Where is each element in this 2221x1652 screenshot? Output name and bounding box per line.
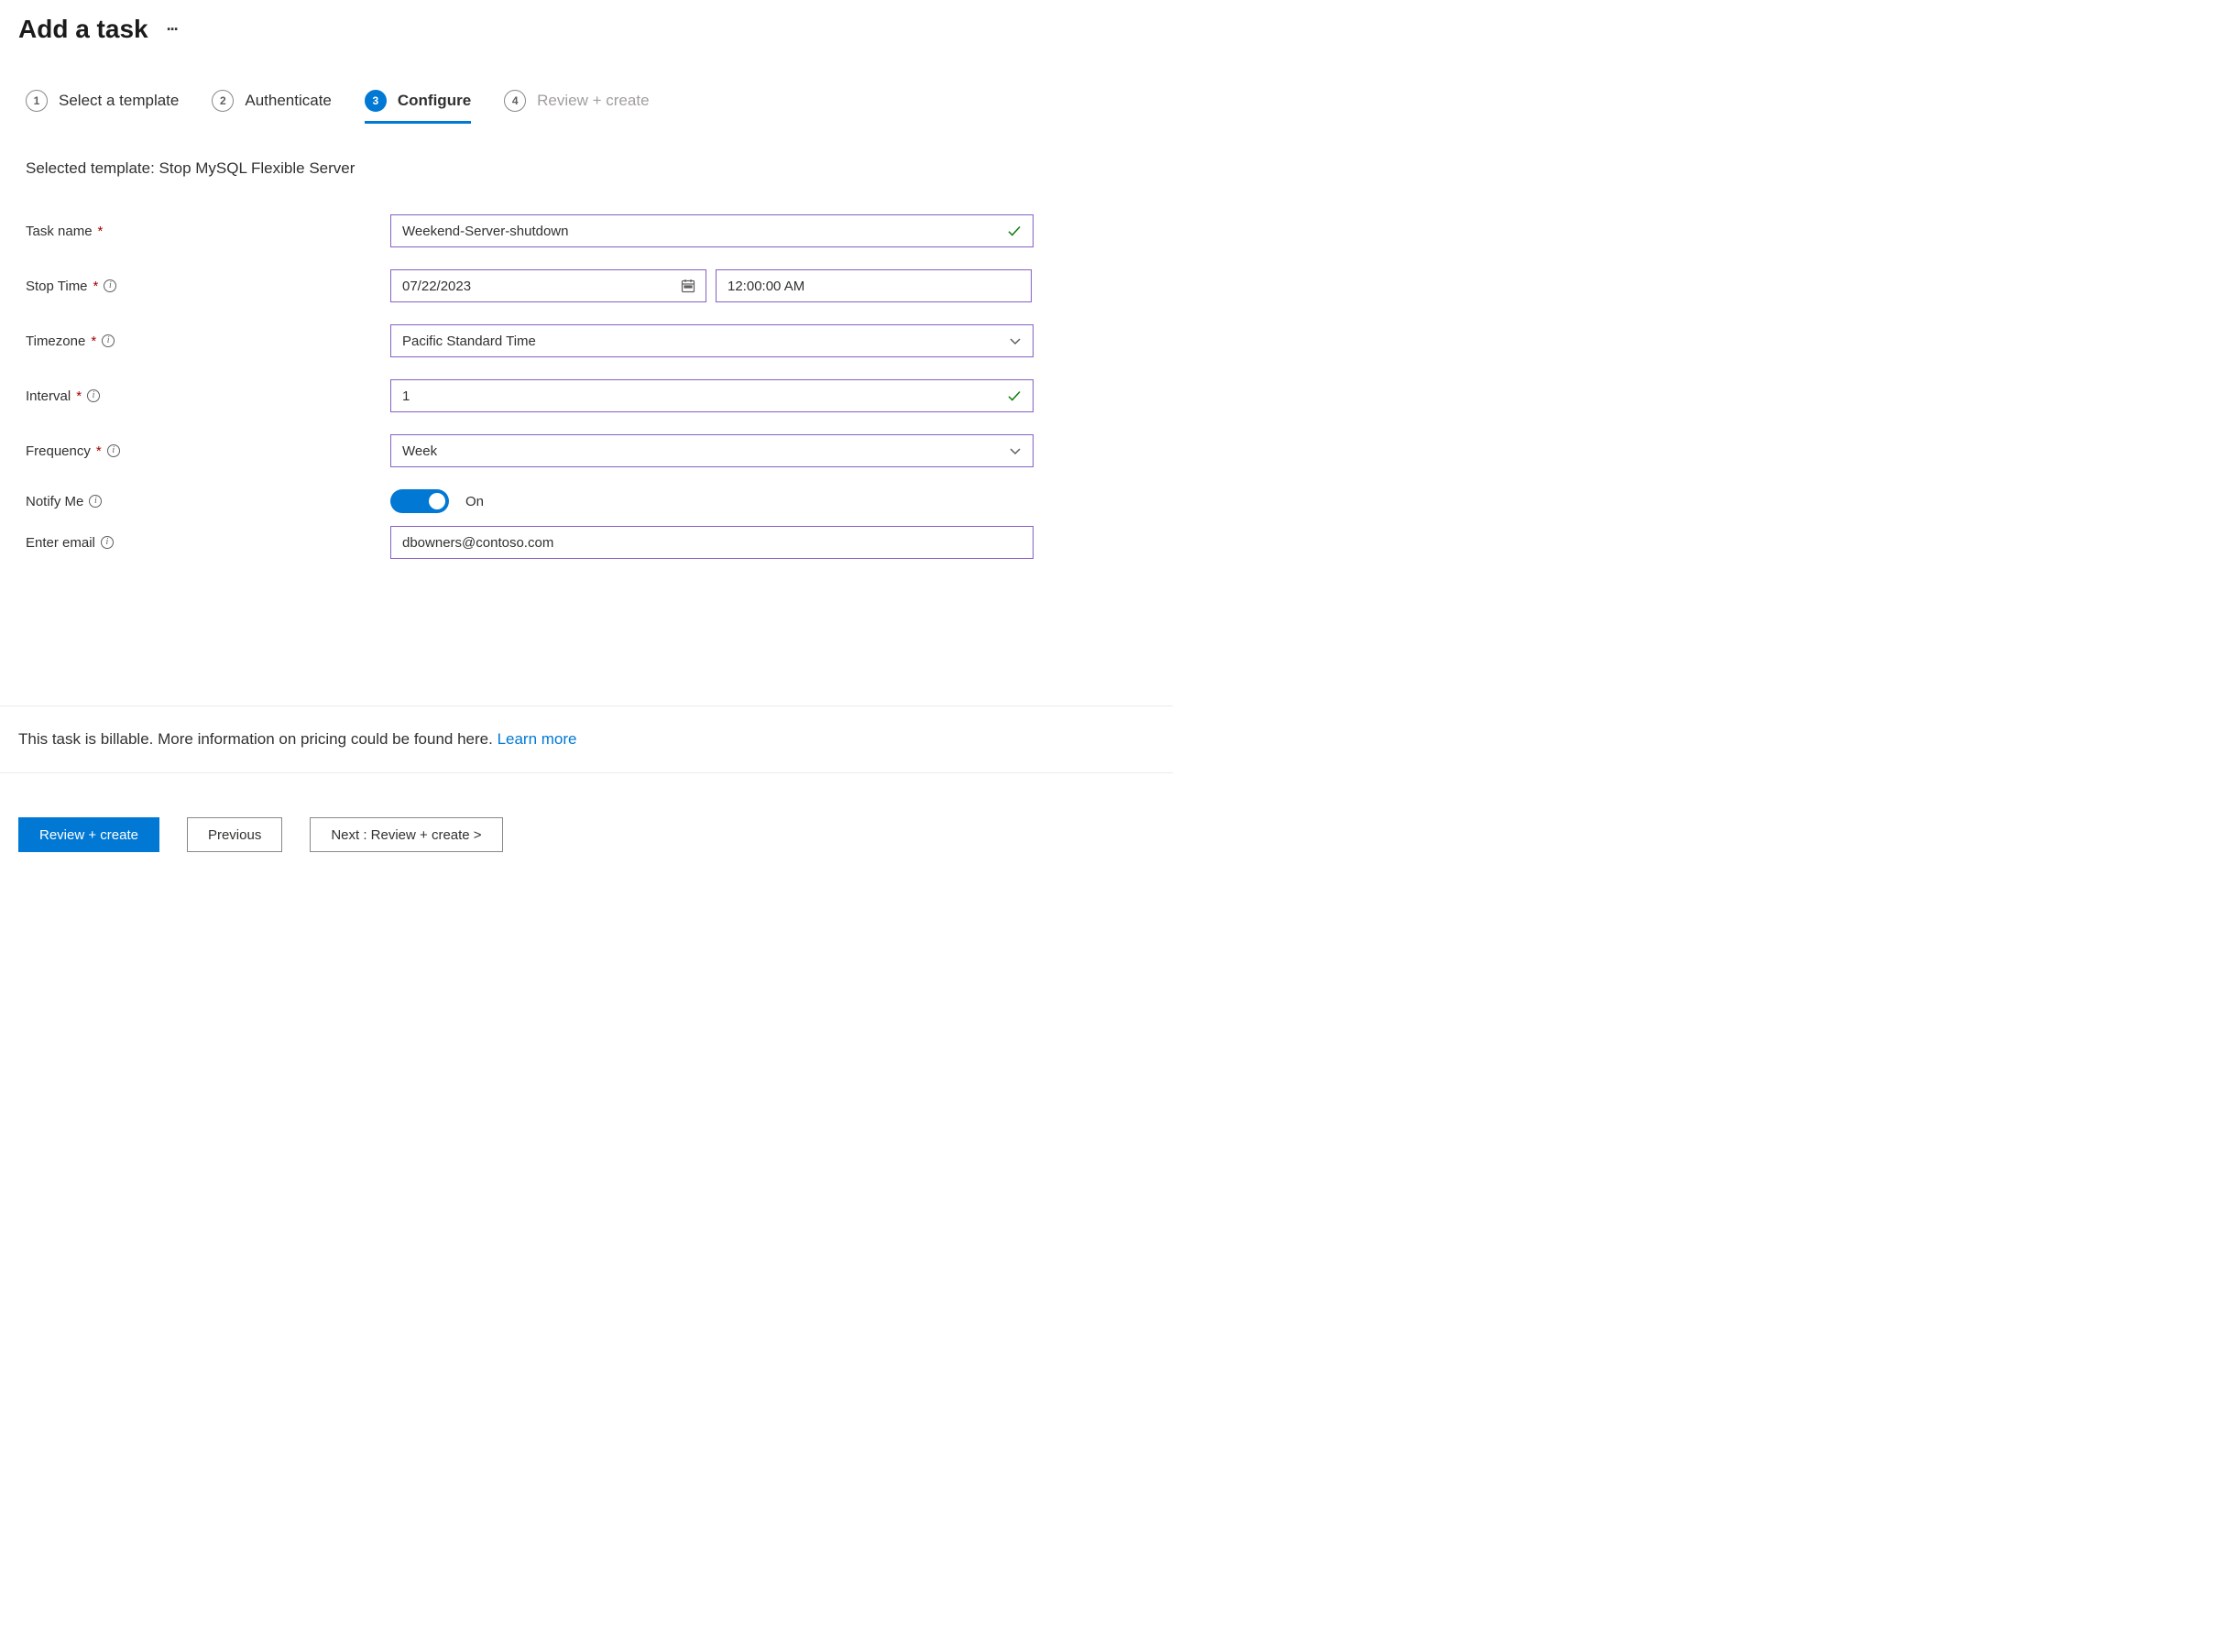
more-icon[interactable]: ··· (167, 20, 178, 39)
selected-template-text: Selected template: Stop MySQL Flexible S… (26, 159, 1147, 178)
required-icon: * (98, 224, 104, 239)
step-authenticate[interactable]: 2 Authenticate (212, 90, 332, 123)
interval-input[interactable] (390, 379, 1034, 412)
step-label: Authenticate (245, 92, 332, 110)
task-name-label: Task name * (26, 224, 390, 239)
chevron-down-icon (1009, 444, 1022, 457)
required-icon: * (76, 388, 82, 404)
info-icon[interactable]: i (101, 536, 114, 549)
required-icon: * (91, 334, 96, 349)
stop-time-input[interactable] (716, 269, 1032, 302)
timezone-value: Pacific Standard Time (402, 334, 536, 349)
step-number: 4 (504, 90, 526, 112)
step-number: 3 (365, 90, 387, 112)
wizard-steps: 1 Select a template 2 Authenticate 3 Con… (0, 44, 1173, 123)
frequency-select[interactable]: Week (390, 434, 1034, 467)
step-number: 2 (212, 90, 234, 112)
check-icon (1006, 223, 1023, 239)
info-icon[interactable]: i (102, 334, 115, 347)
step-label: Review + create (537, 92, 649, 110)
interval-label: Interval * i (26, 388, 390, 404)
review-create-button[interactable]: Review + create (18, 817, 159, 852)
billing-info-text: This task is billable. More information … (18, 730, 577, 748)
required-icon: * (93, 279, 99, 294)
step-configure[interactable]: 3 Configure (365, 90, 471, 123)
stop-date-input[interactable] (390, 269, 706, 302)
info-icon[interactable]: i (89, 495, 102, 508)
stop-time-label: Stop Time * i (26, 279, 390, 294)
next-button[interactable]: Next : Review + create > (310, 817, 502, 852)
required-icon: * (96, 443, 102, 459)
calendar-icon[interactable] (681, 279, 695, 293)
toggle-state-label: On (465, 494, 484, 509)
timezone-label: Timezone * i (26, 334, 390, 349)
email-label: Enter email i (26, 535, 390, 551)
task-name-input[interactable] (390, 214, 1034, 247)
frequency-label: Frequency * i (26, 443, 390, 459)
step-number: 1 (26, 90, 48, 112)
info-icon[interactable]: i (107, 444, 120, 457)
timezone-select[interactable]: Pacific Standard Time (390, 324, 1034, 357)
step-label: Configure (398, 92, 471, 110)
previous-button[interactable]: Previous (187, 817, 282, 852)
notify-label: Notify Me i (26, 494, 390, 509)
email-input[interactable] (390, 526, 1034, 559)
notify-toggle[interactable] (390, 489, 449, 513)
info-icon[interactable]: i (104, 279, 116, 292)
step-label: Select a template (59, 92, 179, 110)
page-title: Add a task (18, 15, 148, 44)
check-icon (1006, 388, 1023, 404)
step-review-create[interactable]: 4 Review + create (504, 90, 649, 123)
toggle-knob (429, 493, 445, 509)
step-select-template[interactable]: 1 Select a template (26, 90, 179, 123)
learn-more-link[interactable]: Learn more (498, 730, 577, 748)
chevron-down-icon (1009, 334, 1022, 347)
frequency-value: Week (402, 443, 437, 459)
info-icon[interactable]: i (87, 389, 100, 402)
